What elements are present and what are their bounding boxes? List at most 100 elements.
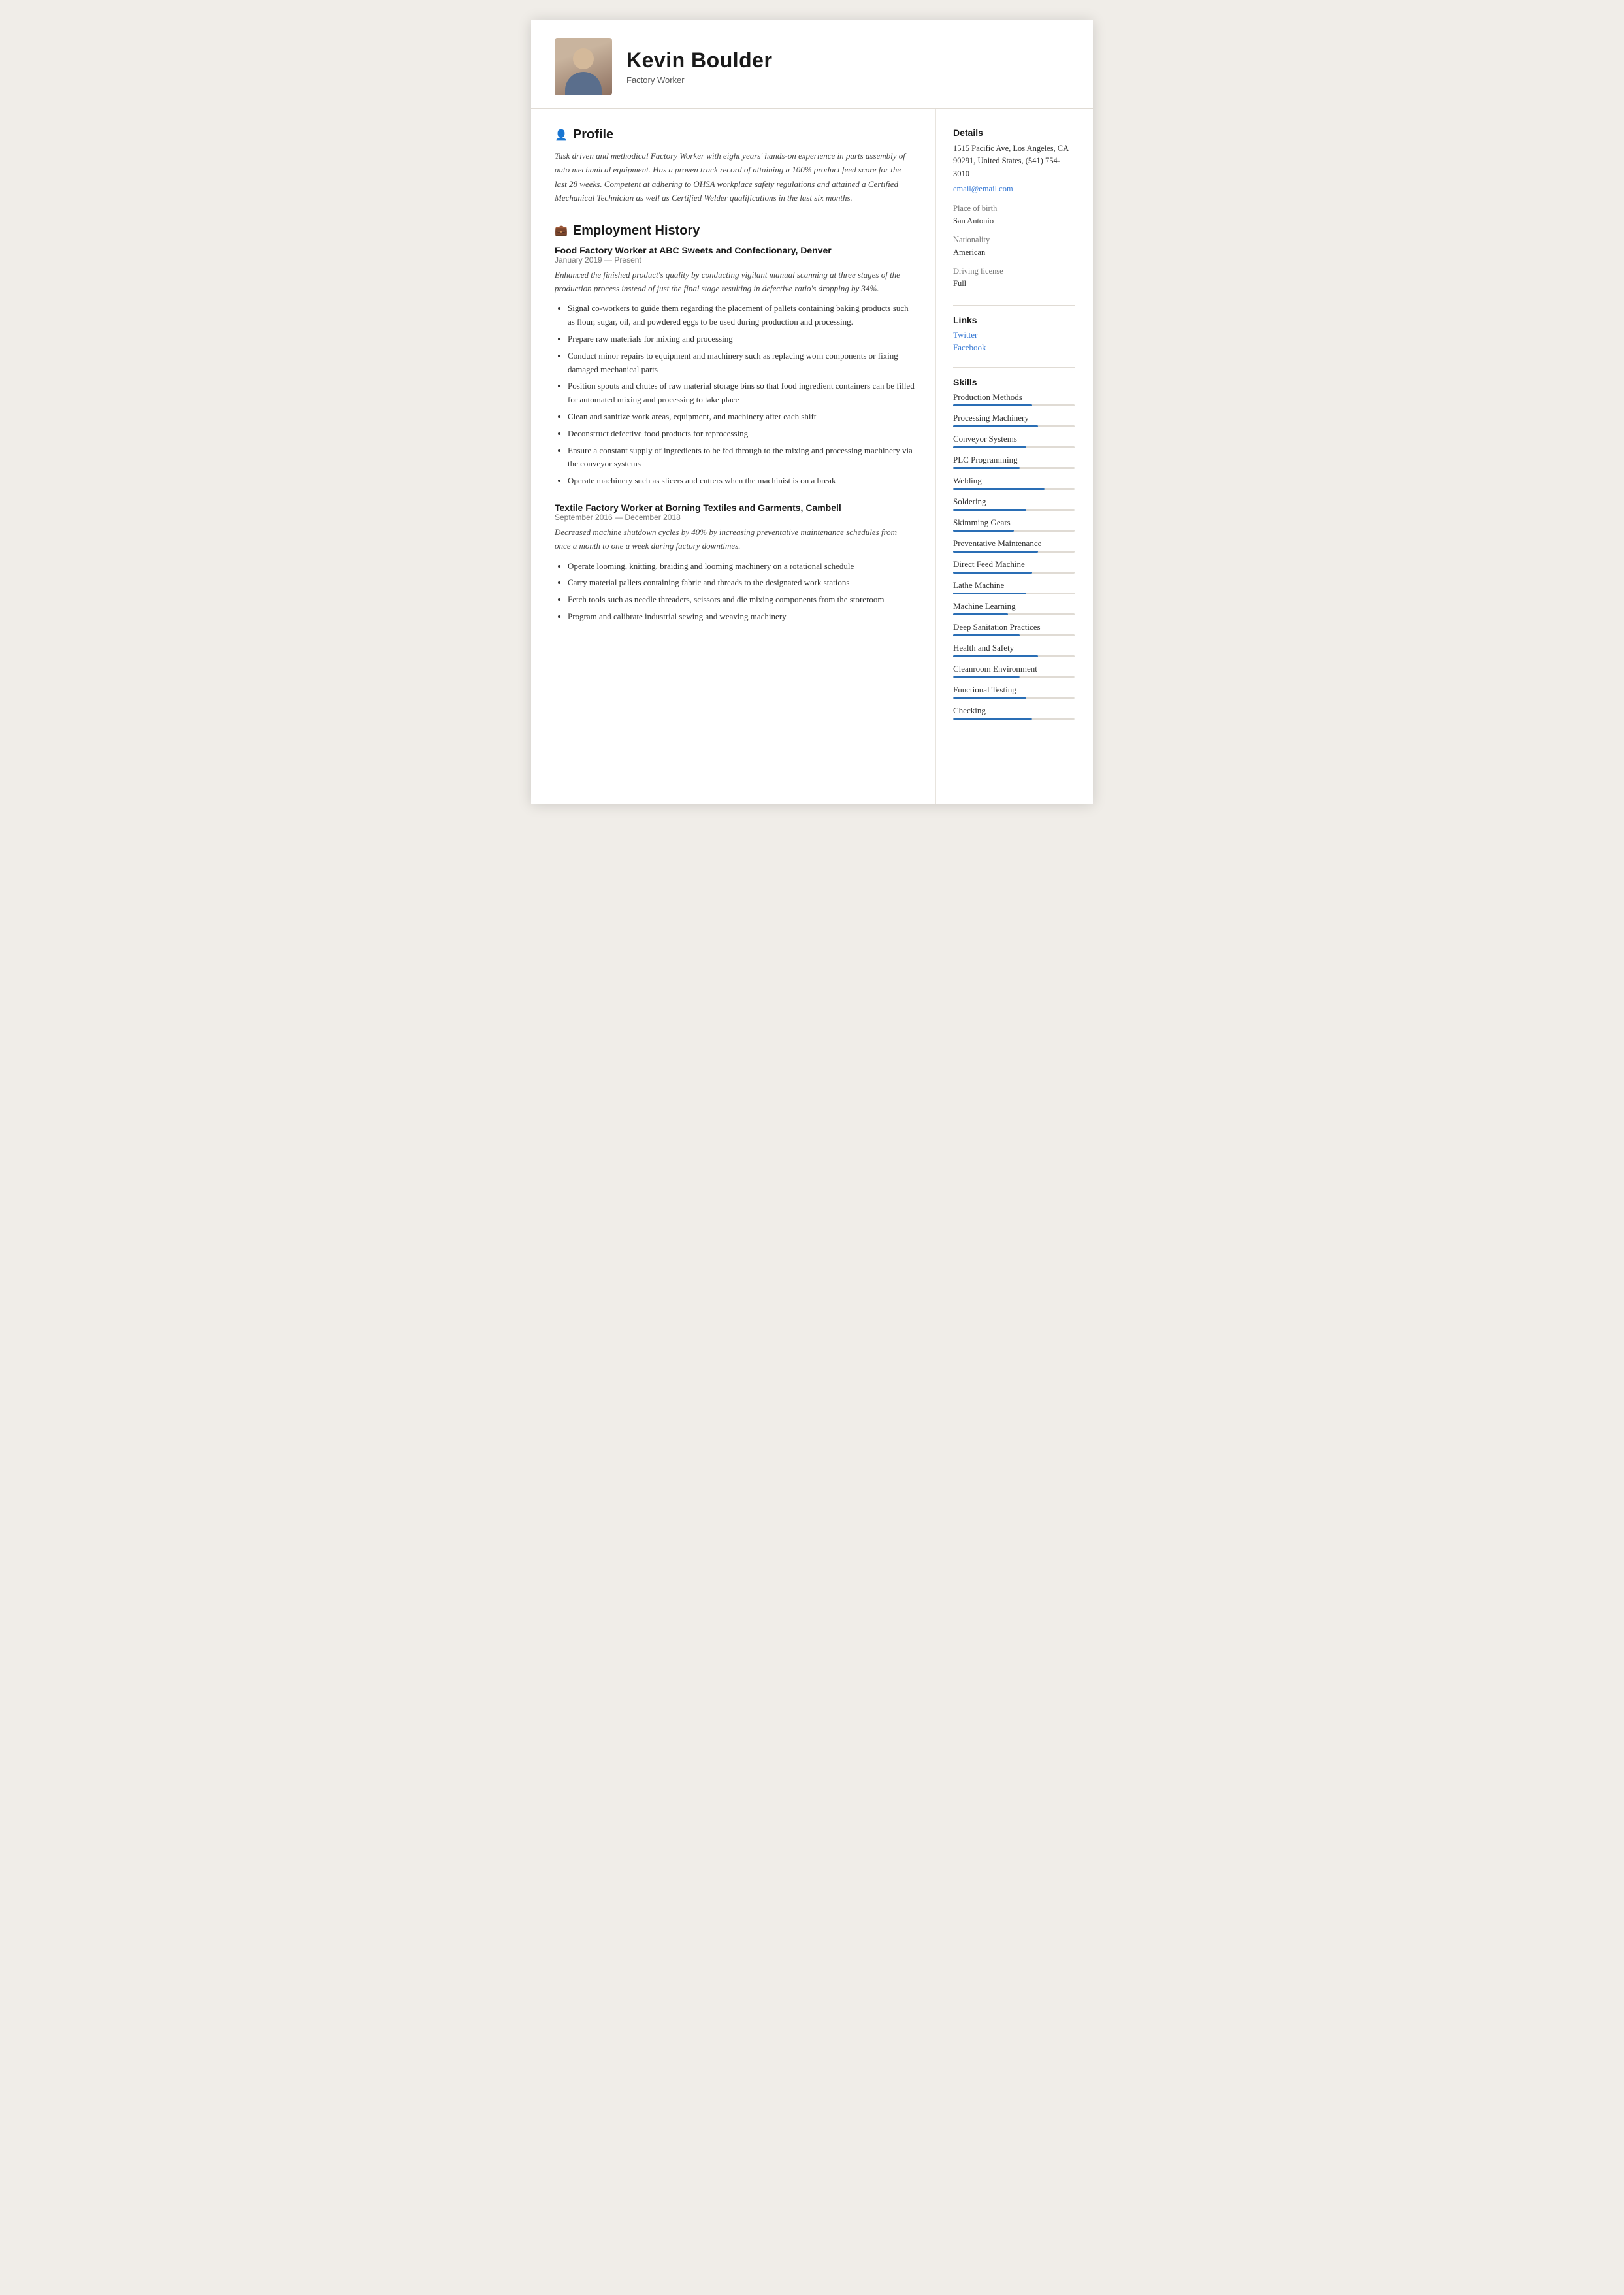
employment-header: 💼 Employment History (555, 223, 915, 238)
skill-item: Soldering (953, 496, 1075, 511)
skill-bar-fill (953, 425, 1038, 427)
job-2: Textile Factory Worker at Borning Textil… (555, 502, 915, 624)
skill-item: PLC Programming (953, 455, 1075, 469)
candidate-name: Kevin Boulder (626, 48, 772, 73)
skill-bar-bg (953, 467, 1075, 469)
skill-bar-fill (953, 593, 1026, 594)
list-item: Carry material pallets containing fabric… (568, 576, 915, 590)
skill-bar-bg (953, 551, 1075, 553)
skill-bar-bg (953, 655, 1075, 657)
skill-item: Lathe Machine (953, 580, 1075, 594)
skill-bar-fill (953, 676, 1020, 678)
skill-bar-fill (953, 404, 1032, 406)
skill-name: Skimming Gears (953, 517, 1075, 528)
job-1-title: Food Factory Worker at ABC Sweets and Co… (555, 245, 915, 255)
nationality-label: Nationality (953, 235, 1075, 245)
skill-bar-bg (953, 488, 1075, 490)
facebook-link[interactable]: Facebook (953, 342, 1075, 353)
driving-license-value: Full (953, 278, 1075, 290)
skill-name: Soldering (953, 496, 1075, 507)
skill-name: Checking (953, 706, 1075, 716)
skill-name: Processing Machinery (953, 413, 1075, 423)
skill-bar-fill (953, 530, 1014, 532)
skill-item: Functional Testing (953, 685, 1075, 699)
profile-header: 👤 Profile (555, 127, 915, 142)
job-2-title: Textile Factory Worker at Borning Textil… (555, 502, 915, 513)
header-section: Kevin Boulder Factory Worker (531, 20, 1093, 109)
nationality-value: American (953, 246, 1075, 259)
list-item: Operate looming, knitting, braiding and … (568, 560, 915, 574)
skill-name: Deep Sanitation Practices (953, 622, 1075, 632)
skill-bar-bg (953, 572, 1075, 574)
right-column: Details 1515 Pacific Ave, Los Angeles, C… (936, 109, 1093, 804)
skill-item: Checking (953, 706, 1075, 720)
employment-icon: 💼 (555, 224, 568, 237)
skill-name: Machine Learning (953, 601, 1075, 611)
list-item: Ensure a constant supply of ingredients … (568, 444, 915, 472)
details-section: Details 1515 Pacific Ave, Los Angeles, C… (953, 127, 1075, 291)
skill-bar-bg (953, 446, 1075, 448)
profile-icon: 👤 (555, 129, 568, 142)
skill-bar-bg (953, 634, 1075, 636)
list-item: Prepare raw materials for mixing and pro… (568, 333, 915, 346)
job-2-desc: Decreased machine shutdown cycles by 40%… (555, 526, 915, 553)
skill-name: Production Methods (953, 392, 1075, 402)
skill-name: Direct Feed Machine (953, 559, 1075, 570)
skill-bar-fill (953, 634, 1020, 636)
job-2-date: September 2016 — December 2018 (555, 513, 915, 522)
skill-bar-fill (953, 655, 1038, 657)
list-item: Operate machinery such as slicers and cu… (568, 474, 915, 488)
profile-text: Task driven and methodical Factory Worke… (555, 149, 915, 205)
skill-bar-fill (953, 488, 1045, 490)
body-section: 👤 Profile Task driven and methodical Fac… (531, 109, 1093, 804)
skill-item: Direct Feed Machine (953, 559, 1075, 574)
list-item: Clean and sanitize work areas, equipment… (568, 410, 915, 424)
skill-bar-bg (953, 530, 1075, 532)
employment-title: Employment History (573, 223, 700, 238)
skill-bar-fill (953, 467, 1020, 469)
header-info: Kevin Boulder Factory Worker (626, 48, 772, 85)
skill-bar-bg (953, 425, 1075, 427)
skill-bar-fill (953, 509, 1026, 511)
skill-name: Conveyor Systems (953, 434, 1075, 444)
skill-item: Machine Learning (953, 601, 1075, 615)
skill-item: Conveyor Systems (953, 434, 1075, 448)
skill-bar-bg (953, 676, 1075, 678)
skill-item: Cleanroom Environment (953, 664, 1075, 678)
driving-license-label: Driving license (953, 267, 1075, 276)
skill-bar-bg (953, 509, 1075, 511)
skill-bar-fill (953, 613, 1008, 615)
place-of-birth-label: Place of birth (953, 204, 1075, 214)
skills-title: Skills (953, 377, 1075, 387)
list-item: Conduct minor repairs to equipment and m… (568, 350, 915, 377)
job-1-date: January 2019 — Present (555, 255, 915, 265)
skill-bar-fill (953, 572, 1032, 574)
skill-bar-bg (953, 404, 1075, 406)
skill-bar-bg (953, 613, 1075, 615)
job-1: Food Factory Worker at ABC Sweets and Co… (555, 245, 915, 488)
profile-section: 👤 Profile Task driven and methodical Fac… (555, 127, 915, 205)
skill-name: Health and Safety (953, 643, 1075, 653)
skill-item: Deep Sanitation Practices (953, 622, 1075, 636)
skill-name: Preventative Maintenance (953, 538, 1075, 549)
skill-item: Production Methods (953, 392, 1075, 406)
skill-bar-fill (953, 697, 1026, 699)
links-section: Links Twitter Facebook (953, 315, 1075, 353)
left-column: 👤 Profile Task driven and methodical Fac… (531, 109, 936, 804)
details-email: email@email.com (953, 183, 1075, 195)
details-title: Details (953, 127, 1075, 138)
twitter-link[interactable]: Twitter (953, 330, 1075, 340)
list-item: Deconstruct defective food products for … (568, 427, 915, 441)
skill-name: PLC Programming (953, 455, 1075, 465)
links-title: Links (953, 315, 1075, 325)
skill-bar-bg (953, 718, 1075, 720)
job-1-bullets: Signal co-workers to guide them regardin… (555, 302, 915, 488)
details-address: 1515 Pacific Ave, Los Angeles, CA 90291,… (953, 142, 1075, 180)
skill-name: Welding (953, 476, 1075, 486)
list-item: Program and calibrate industrial sewing … (568, 610, 915, 624)
place-of-birth-value: San Antonio (953, 215, 1075, 227)
skill-item: Skimming Gears (953, 517, 1075, 532)
skill-bar-fill (953, 446, 1026, 448)
resume-container: Kevin Boulder Factory Worker 👤 Profile T… (531, 20, 1093, 804)
skill-bar-fill (953, 718, 1032, 720)
